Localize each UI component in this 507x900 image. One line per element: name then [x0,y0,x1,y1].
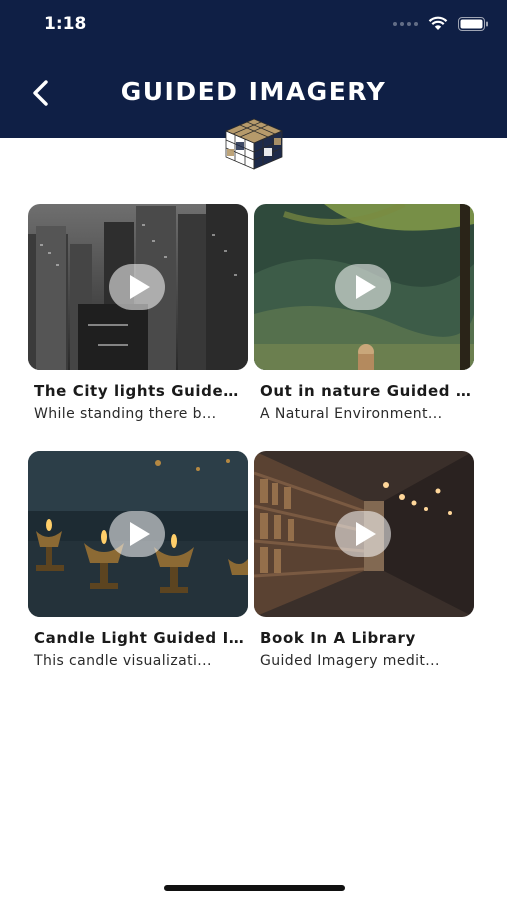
library-thumbnail[interactable] [254,451,474,617]
card-title: Candle Light Guided Imagery [34,629,248,647]
card-book-in-a-library[interactable]: Book In A Library Guided Imagery medit..… [254,451,474,669]
nature-thumbnail[interactable] [254,204,474,370]
status-time: 1:18 [44,14,87,34]
play-icon [355,522,376,546]
play-icon [355,275,376,299]
battery-icon [458,16,488,31]
card-title: The City lights Guided Imagery [34,382,248,400]
card-description: A Natural Environment... [260,406,443,422]
play-button[interactable] [109,511,165,557]
page-title: GUIDED IMAGERY [120,77,387,106]
card-description: This candle visualizati... [34,653,212,669]
city-lights-thumbnail[interactable] [28,204,248,370]
play-icon [129,275,150,299]
card-city-lights[interactable]: The City lights Guided Imagery While sta… [28,204,248,422]
brain-cube-logo [224,118,284,170]
play-button[interactable] [335,264,391,310]
card-out-in-nature[interactable]: Out in nature Guided Imagery A Natural E… [254,204,474,422]
candle-light-thumbnail[interactable] [28,451,248,617]
card-description: Guided Imagery medit... [260,653,440,669]
wifi-icon [428,16,448,30]
card-description: While standing there b... [34,406,217,422]
play-button[interactable] [109,264,165,310]
card-candle-light[interactable]: Candle Light Guided Imagery This candle … [28,451,248,669]
signal-icon [393,21,418,26]
card-title: Book In A Library [260,629,416,647]
play-icon [129,522,150,546]
play-button[interactable] [335,511,391,557]
card-title: Out in nature Guided Imagery [260,382,474,400]
status-icons [393,16,489,31]
home-indicator[interactable] [164,885,345,891]
